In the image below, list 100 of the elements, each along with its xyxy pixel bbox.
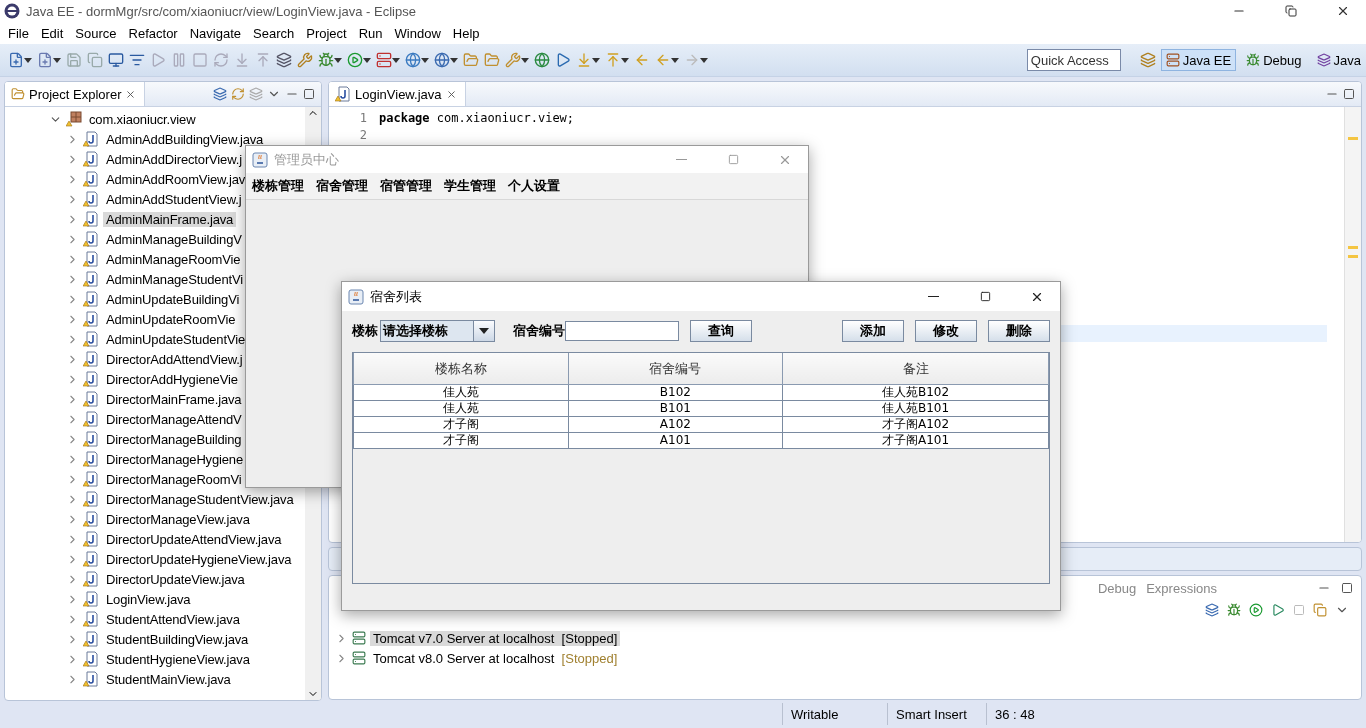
tree-item[interactable]: AdminUpdateBuildingVi	[103, 291, 243, 307]
monitor-icon[interactable]	[108, 52, 124, 68]
tree-item[interactable]: DirectorManageBuilding	[103, 431, 245, 447]
tool-icon[interactable]	[297, 52, 313, 68]
window-title: 管理员中心	[274, 150, 340, 169]
tree-item[interactable]: DirectorUpdateAttendView.java	[103, 531, 285, 547]
tree-item[interactable]: DirectorManageStudentView.java	[103, 491, 297, 507]
project-explorer-tab[interactable]: Project Explorer	[5, 82, 146, 106]
menu-item[interactable]: Window	[388, 25, 447, 41]
tree-item[interactable]: AdminManageRoomVie	[103, 251, 244, 267]
dropdown-caret-icon[interactable]	[392, 57, 400, 63]
tree-item[interactable]: StudentHygieneView.java	[103, 651, 253, 667]
maximize-icon[interactable]	[1341, 582, 1353, 594]
dropdown-caret-icon[interactable]	[363, 57, 371, 63]
tree-item[interactable]: DirectorMainFrame.java	[103, 391, 245, 407]
debug-icon[interactable]	[318, 52, 334, 68]
dropdown-caret-icon[interactable]	[671, 57, 679, 63]
menu-item[interactable]: Project	[300, 25, 353, 41]
maximize-icon[interactable]	[1343, 88, 1355, 100]
tree-item[interactable]: DirectorManageHygiene	[103, 451, 247, 467]
tree-item[interactable]: StudentMainView.java	[103, 671, 234, 687]
menu-item[interactable]: File	[2, 25, 35, 41]
search-button[interactable]: 查询	[690, 320, 752, 342]
tree-item[interactable]: AdminUpdateRoomVie	[103, 311, 239, 327]
tree-item[interactable]: DirectorManageAttendV	[103, 411, 245, 427]
menu-item[interactable]: Source	[69, 25, 123, 41]
resume-icon[interactable]	[150, 52, 166, 68]
world-icon[interactable]	[534, 52, 550, 68]
column-header[interactable]: 备注	[782, 353, 1049, 385]
folder-icon[interactable]	[484, 52, 500, 68]
tree-item[interactable]: AdminMainFrame.java	[103, 211, 237, 227]
menu-item[interactable]: 个人设置	[502, 177, 566, 195]
tree-item[interactable]: AdminManageBuildingV	[103, 231, 245, 247]
perspective-button[interactable]: Java	[1311, 49, 1366, 71]
menu-item[interactable]: Run	[352, 25, 389, 41]
tree-item[interactable]: StudentBuildingView.java	[103, 631, 252, 647]
tree-item[interactable]: AdminAddRoomView.jav	[103, 171, 249, 187]
action-button[interactable]: 添加	[842, 320, 904, 342]
maximize-icon[interactable]	[303, 88, 315, 100]
tree-item[interactable]: DirectorManageView.java	[103, 511, 253, 527]
dropdown-caret-icon[interactable]	[334, 57, 342, 63]
column-header[interactable]: 宿舍编号	[568, 353, 783, 385]
column-header[interactable]: 楼栋名称	[353, 353, 569, 385]
globe-icon[interactable]	[405, 52, 421, 68]
save-icon[interactable]	[66, 52, 82, 68]
menu-item[interactable]: Navigate	[183, 25, 247, 41]
dropdown-caret-icon[interactable]	[592, 57, 600, 63]
tree-item[interactable]: StudentAttendView.java	[103, 611, 243, 627]
tree-item[interactable]: DirectorAddAttendView.j	[103, 351, 246, 367]
menu-item[interactable]: Help	[446, 25, 486, 41]
tree-item[interactable]: com.xiaoniucr.view	[86, 111, 199, 127]
suspend-icon[interactable]	[171, 52, 187, 68]
terminate-icon[interactable]	[192, 52, 208, 68]
tree-item[interactable]: DirectorUpdateView.java	[103, 571, 248, 587]
menu-item[interactable]: Edit	[34, 25, 70, 41]
dropdown-caret-icon[interactable]	[621, 57, 629, 63]
server-item[interactable]: Tomcat v7.0 Server at localhost [Stopped]	[370, 630, 621, 646]
tree-item[interactable]: DirectorAddHygieneVie	[103, 371, 241, 387]
editor-tab[interactable]: LoginView.java	[329, 82, 466, 106]
action-button[interactable]: 删除	[988, 320, 1050, 342]
menu-item[interactable]: 宿管管理	[374, 177, 438, 195]
stop-icon[interactable]	[1293, 604, 1305, 616]
save-all-icon[interactable]	[87, 52, 103, 68]
menu-item[interactable]: Search	[247, 25, 301, 41]
tree-item[interactable]: AdminAddBuildingView.java	[103, 131, 267, 147]
tree-item[interactable]: AdminUpdateStudentVie	[103, 331, 248, 347]
dropdown-caret-icon[interactable]	[450, 57, 458, 63]
dropdown-arrow-icon[interactable]	[479, 328, 489, 334]
tree-item[interactable]: DirectorManageRoomVi	[103, 471, 245, 487]
close-icon[interactable]	[125, 88, 137, 100]
dropdown-caret-icon[interactable]	[521, 57, 529, 63]
menu-item[interactable]: 学生管理	[438, 177, 502, 195]
server-item[interactable]: Tomcat v8.0 Server at localhost [Stopped]	[370, 650, 621, 666]
dropdown-caret-icon[interactable]	[24, 57, 32, 63]
tree-item[interactable]: AdminAddDirectorView.j	[103, 151, 245, 167]
perspective-button[interactable]: Java EE	[1160, 49, 1237, 71]
open-folder-icon[interactable]	[463, 52, 479, 68]
menu-item[interactable]: 楼栋管理	[246, 177, 310, 195]
tree-item[interactable]: AdminManageStudentVi	[103, 271, 246, 287]
menu-item[interactable]: Refactor	[122, 25, 184, 41]
dropdown-caret-icon[interactable]	[53, 57, 61, 63]
menu-item[interactable]: 宿舍管理	[310, 177, 374, 195]
tree-item[interactable]: LoginView.java	[103, 591, 194, 607]
tree-item[interactable]: DirectorUpdateHygieneView.java	[103, 551, 295, 567]
action-button[interactable]: 修改	[915, 320, 977, 342]
dropdown-caret-icon[interactable]	[700, 57, 708, 63]
start-icon[interactable]	[1249, 603, 1263, 617]
debug-icon[interactable]	[1227, 603, 1241, 617]
quick-access-field[interactable]: Quick Access	[1026, 49, 1121, 71]
room-number-field[interactable]	[565, 321, 679, 341]
building-dropdown[interactable]: 请选择楼栋	[380, 320, 495, 342]
close-icon[interactable]	[445, 88, 457, 100]
panel-tab[interactable]: Debug	[1097, 580, 1137, 596]
server-icon[interactable]	[376, 52, 392, 68]
new-file-icon[interactable]	[8, 52, 24, 68]
web-service-icon[interactable]	[434, 52, 450, 68]
perspective-button[interactable]: Debug	[1241, 49, 1307, 71]
tree-item[interactable]: AdminAddStudentView.j	[103, 191, 245, 207]
panel-tab[interactable]: Expressions	[1146, 580, 1217, 596]
dropdown-caret-icon[interactable]	[421, 57, 429, 63]
